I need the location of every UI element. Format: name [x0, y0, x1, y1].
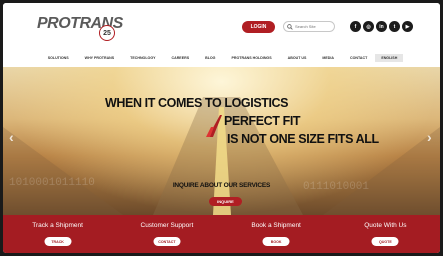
contact-button[interactable]: CONTACT [153, 237, 181, 246]
nav-item-technology[interactable]: TECHNOLOGY [122, 56, 163, 60]
quote-button[interactable]: QUOTE [371, 237, 399, 246]
nav-item-blog[interactable]: BLOG [197, 56, 223, 60]
cta-title: Quote With Us [364, 222, 407, 229]
login-button[interactable]: LOGIN [242, 21, 275, 33]
nav-item-about-us[interactable]: ABOUT US [280, 56, 315, 60]
facebook-icon[interactable]: f [350, 21, 361, 32]
cta-book: Book a Shipment BOOK [222, 215, 331, 253]
site-header: PROTRANS 25 LOGIN f ◎ in t ▶ [3, 3, 440, 45]
cta-title: Customer Support [140, 222, 194, 229]
cta-bar: Track a Shipment TRACK Customer Support … [3, 215, 440, 253]
nav-item-why-protrans[interactable]: WHY PROTRANS [77, 56, 122, 60]
carousel-prev-arrow[interactable]: ‹ [9, 129, 14, 145]
track-button[interactable]: TRACK [44, 237, 72, 246]
linkedin-icon[interactable]: in [376, 21, 387, 32]
cta-title: Track a Shipment [32, 222, 83, 229]
hero-headline-line2: PERFECT FIT [224, 114, 301, 128]
nav-item-solutions[interactable]: SOLUTIONS [40, 56, 77, 60]
search-input[interactable] [293, 22, 333, 31]
hero-banner: 1010001011110 0111010001 ‹ › WHEN IT COM… [3, 67, 440, 215]
anniversary-badge: 25 [99, 25, 115, 41]
cta-track: Track a Shipment TRACK [3, 215, 112, 253]
inquire-heading: INQUIRE ABOUT OUR SERVICES [172, 182, 271, 189]
nav-item-protrans-holdings[interactable]: PROTRANS HOLDINGS [223, 56, 279, 60]
cta-quote: Quote With Us QUOTE [331, 215, 440, 253]
twitter-icon[interactable]: t [389, 21, 400, 32]
cta-support: Customer Support CONTACT [112, 215, 221, 253]
hero-headline-line3: IS NOT ONE SIZE FITS ALL [227, 132, 379, 146]
social-links: f ◎ in t ▶ [350, 21, 413, 32]
search-box[interactable] [283, 21, 335, 32]
youtube-icon[interactable]: ▶ [402, 21, 413, 32]
nav-item-careers[interactable]: CAREERS [164, 56, 198, 60]
cta-title: Book a Shipment [251, 222, 301, 229]
nav-item-contact[interactable]: CONTACT [342, 56, 375, 60]
browser-viewport: PROTRANS 25 LOGIN f ◎ in t ▶ SOLUTIONS W… [3, 3, 440, 253]
protrans-accent-mark [206, 115, 222, 137]
book-button[interactable]: BOOK [262, 237, 290, 246]
carousel-next-arrow[interactable]: › [427, 129, 432, 145]
hero-headline-line1: WHEN IT COMES TO LOGISTICS [105, 96, 289, 110]
main-nav: SOLUTIONS WHY PROTRANS TECHNOLOGY CAREER… [3, 51, 440, 65]
nav-item-media[interactable]: MEDIA [314, 56, 342, 60]
instagram-icon[interactable]: ◎ [363, 21, 374, 32]
inquire-button[interactable]: INQUIRE [209, 197, 242, 206]
language-selector[interactable]: ENGLISH [375, 54, 404, 62]
